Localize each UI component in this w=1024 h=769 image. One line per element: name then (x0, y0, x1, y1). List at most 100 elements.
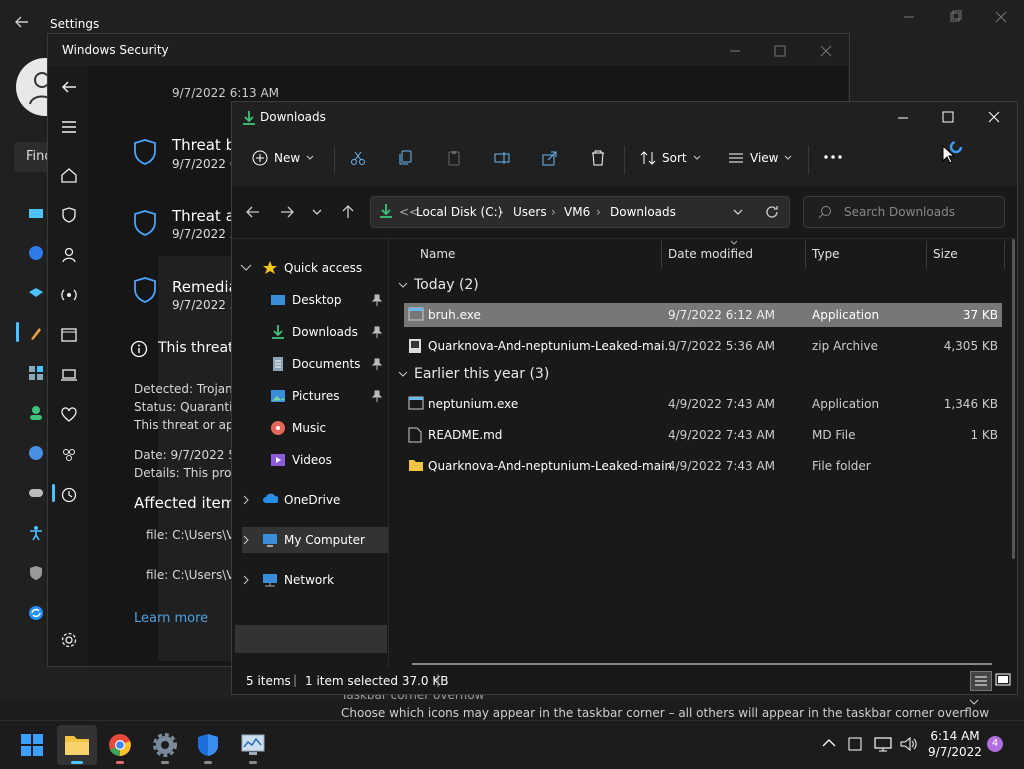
explorer-close-button[interactable] (987, 110, 1001, 124)
back-arrow-icon[interactable] (246, 206, 260, 218)
winsec-maximize-button[interactable] (773, 44, 787, 58)
back-arrow-icon[interactable] (60, 78, 78, 96)
share-button[interactable] (542, 150, 558, 166)
column-header-name[interactable]: Name (420, 247, 455, 261)
home-icon[interactable] (60, 166, 78, 184)
column-separator[interactable] (926, 241, 927, 269)
nav-my-computer[interactable]: My Computer (242, 527, 388, 553)
accounts-icon[interactable] (28, 405, 44, 421)
group-header[interactable]: Today (2) (398, 277, 479, 293)
app-browser-icon[interactable] (60, 326, 78, 344)
nav-quick-access[interactable]: Quick access (240, 255, 362, 281)
winsec-close-button[interactable] (819, 44, 833, 58)
nav-item-desktop[interactable]: Desktop (270, 287, 388, 313)
wireless-icon[interactable] (60, 286, 78, 304)
column-header-type[interactable]: Type (812, 247, 840, 261)
new-button[interactable]: New (252, 150, 314, 166)
tiles-view-button[interactable] (994, 671, 1012, 689)
system-icon[interactable] (28, 206, 44, 222)
view-button[interactable]: View (728, 150, 792, 166)
learn-more-link[interactable]: Learn more (134, 611, 208, 626)
taskbar-file-explorer[interactable] (57, 725, 97, 765)
history-icon[interactable] (60, 486, 78, 504)
file-row[interactable]: bruh.exe 9/7/2022 6:12 AM Application 37… (404, 303, 1002, 327)
nav-onedrive[interactable]: OneDrive (242, 487, 340, 513)
chevron-down-icon[interactable] (968, 696, 980, 708)
taskbar-windows-security[interactable] (188, 725, 228, 765)
clock-date[interactable]: 9/7/2022 (924, 745, 986, 759)
column-separator[interactable] (805, 241, 806, 269)
file-row[interactable]: Quarknova-And-neptunium-Leaked-main 4/9/… (404, 454, 1002, 478)
up-arrow-icon[interactable] (342, 205, 354, 219)
column-header-size[interactable]: Size (933, 247, 958, 261)
details-view-button[interactable] (970, 671, 992, 691)
network-tray-icon[interactable] (874, 736, 892, 752)
copy-button[interactable] (398, 150, 414, 166)
shield-icon[interactable] (60, 206, 78, 224)
notification-badge[interactable]: 4 (987, 736, 1003, 752)
breadcrumb-local-disk[interactable]: Local Disk (C:) (416, 205, 502, 219)
address-history-chevron-icon[interactable] (733, 208, 743, 216)
laptop-icon[interactable] (60, 366, 78, 384)
refresh-icon[interactable] (765, 205, 779, 219)
chevron-up-icon[interactable] (822, 738, 836, 748)
gear-icon[interactable] (60, 631, 78, 649)
person-icon[interactable] (60, 246, 78, 264)
health-icon[interactable] (60, 406, 78, 424)
winsec-minimize-button[interactable] (728, 44, 742, 58)
recent-locations-chevron-icon[interactable] (312, 208, 322, 216)
vertical-scrollbar[interactable] (1012, 239, 1015, 559)
nav-item-music[interactable]: Music (270, 415, 326, 441)
breadcrumb-vm6[interactable]: VM6 (564, 205, 590, 219)
column-header-date[interactable]: Date modified (668, 247, 753, 261)
horizontal-scrollbar[interactable] (412, 663, 992, 665)
settings-maximize-button[interactable] (948, 10, 962, 24)
clock-time[interactable]: 6:14 AM (924, 729, 986, 743)
bluetooth-icon[interactable] (28, 245, 44, 261)
apps-icon[interactable] (28, 365, 44, 381)
history-item-title[interactable]: Threat bl (172, 136, 239, 154)
nav-network[interactable]: Network (242, 567, 334, 593)
privacy-security-icon[interactable] (28, 565, 44, 581)
paste-button[interactable] (446, 150, 462, 166)
tray-app-icon[interactable] (848, 737, 862, 751)
search-input[interactable]: Search Downloads (803, 196, 1005, 228)
breadcrumb-downloads[interactable]: Downloads (610, 205, 676, 219)
windows-update-icon[interactable] (28, 605, 44, 621)
personalization-icon[interactable] (28, 325, 44, 341)
explorer-maximize-button[interactable] (941, 110, 955, 124)
file-row[interactable]: Quarknova-And-neptunium-Leaked-mai... 9/… (404, 334, 1002, 358)
forward-arrow-icon[interactable] (280, 206, 294, 218)
address-bar[interactable]: << Local Disk (C:) › Users › VM6 › Downl… (370, 196, 790, 228)
column-separator[interactable] (1004, 241, 1005, 269)
cut-button[interactable] (350, 150, 366, 166)
explorer-minimize-button[interactable] (896, 111, 910, 125)
more-options-icon[interactable] (824, 154, 842, 160)
column-separator[interactable] (661, 241, 662, 269)
time-language-icon[interactable] (28, 445, 44, 461)
taskbar-resource-monitor[interactable] (233, 725, 273, 765)
start-button[interactable] (12, 725, 52, 765)
gaming-icon[interactable] (28, 485, 44, 501)
accessibility-icon[interactable] (28, 525, 44, 541)
taskbar-chrome[interactable] (100, 725, 140, 765)
speaker-icon[interactable] (900, 736, 918, 752)
back-arrow-icon[interactable] (14, 14, 30, 30)
nav-item-downloads[interactable]: Downloads (270, 319, 388, 345)
hamburger-menu-icon[interactable] (60, 118, 78, 136)
network-icon[interactable] (28, 285, 44, 301)
rename-button[interactable] (494, 150, 510, 166)
nav-item-videos[interactable]: Videos (270, 447, 332, 473)
settings-close-button[interactable] (994, 10, 1008, 24)
file-row[interactable]: README.md 4/9/2022 7:43 AM MD File 1 KB (404, 423, 1002, 447)
family-icon[interactable] (60, 446, 78, 464)
sort-button[interactable]: Sort (640, 150, 701, 166)
taskbar-settings[interactable] (145, 725, 185, 765)
breadcrumb-users[interactable]: Users (513, 205, 547, 219)
file-row[interactable]: neptunium.exe 4/9/2022 7:43 AM Applicati… (404, 392, 1002, 416)
nav-item-pictures[interactable]: Pictures (270, 383, 388, 409)
group-header[interactable]: Earlier this year (3) (398, 366, 549, 382)
delete-button[interactable] (590, 150, 606, 166)
settings-minimize-button[interactable] (902, 10, 916, 24)
nav-item-documents[interactable]: Documents (270, 351, 388, 377)
